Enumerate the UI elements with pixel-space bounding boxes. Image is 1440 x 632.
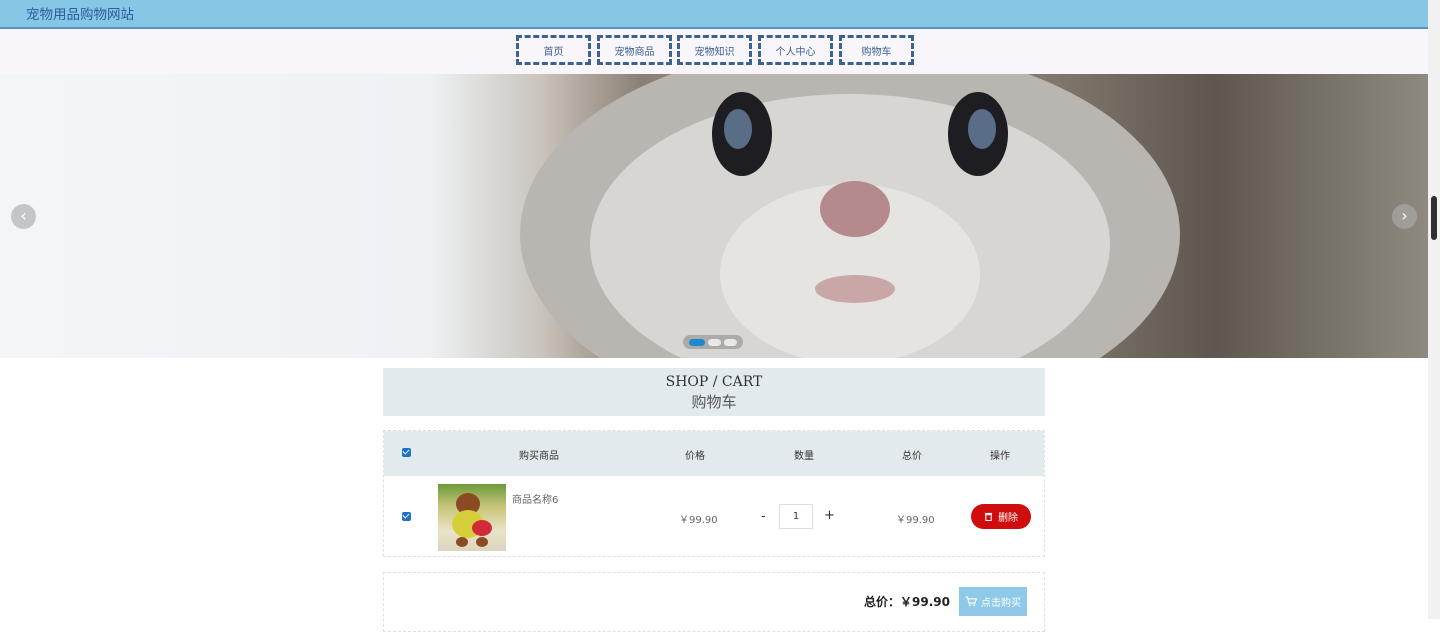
table-row: 商品名称6 ￥99.90 - 1 + ￥99.90 删除 [384, 476, 1044, 556]
cart-icon [965, 596, 977, 607]
cart-table: 购买商品 价格 数量 总价 操作 商品名称6 ￥99.90 - 1 + ￥99.… [383, 430, 1045, 557]
cart-section-heading: SHOP / CART 购物车 [383, 368, 1045, 416]
delete-label: 删除 [998, 513, 1018, 524]
carousel-indicators [683, 335, 743, 349]
hero-carousel[interactable]: ‹ › [0, 74, 1428, 358]
product-price: ￥99.90 [679, 515, 718, 526]
quantity-decrease-button[interactable]: - [761, 509, 766, 524]
site-title[interactable]: 宠物用品购物网站 [26, 3, 134, 23]
quantity-increase-button[interactable]: + [824, 508, 835, 523]
header-action: 操作 [990, 451, 1010, 462]
delete-button[interactable]: 删除 [971, 504, 1031, 529]
scrollbar-thumb[interactable] [1431, 196, 1437, 240]
main-nav: 首页 宠物商品 宠物知识 个人中心 购物车 [0, 29, 1428, 74]
heading-chinese: 购物车 [691, 393, 737, 411]
nav-item-personal-center[interactable]: 个人中心 [758, 35, 833, 65]
total-value: ￥99.90 [900, 595, 950, 609]
product-thumbnail[interactable] [438, 484, 506, 551]
select-all-checkbox[interactable] [402, 448, 411, 457]
page-scrollbar[interactable] [1428, 0, 1440, 619]
header-total: 总价 [902, 451, 922, 462]
carousel-prev-button[interactable]: ‹ [11, 204, 36, 229]
nav-item-pet-knowledge[interactable]: 宠物知识 [677, 35, 752, 65]
header-product: 购买商品 [519, 451, 559, 462]
chevron-right-icon: › [1401, 206, 1408, 225]
nav-item-cart[interactable]: 购物车 [839, 35, 914, 65]
cart-table-header: 购买商品 价格 数量 总价 操作 [384, 431, 1044, 476]
top-header-bar: 宠物用品购物网站 [0, 0, 1428, 29]
header-price: 价格 [685, 451, 705, 462]
carousel-dot-1[interactable] [689, 338, 705, 346]
buy-button[interactable]: 点击购买 [959, 587, 1027, 616]
item-checkbox[interactable] [402, 512, 411, 521]
product-name[interactable]: 商品名称6 [512, 491, 558, 506]
banner-image-squirrel [520, 74, 1180, 358]
dog-photo [452, 493, 492, 547]
chevron-left-icon: ‹ [20, 206, 27, 225]
trash-icon [984, 512, 993, 521]
nav-item-pet-products[interactable]: 宠物商品 [597, 35, 672, 65]
heading-english: SHOP / CART [665, 374, 763, 390]
carousel-next-button[interactable]: › [1392, 204, 1417, 229]
header-quantity: 数量 [794, 451, 814, 462]
carousel-dot-2[interactable] [708, 338, 721, 346]
buy-label: 点击购买 [981, 598, 1021, 609]
nav-item-home[interactable]: 首页 [516, 35, 591, 65]
quantity-input[interactable]: 1 [779, 504, 813, 529]
total-price: 总价：￥99.90 [864, 593, 950, 610]
cart-summary: 总价：￥99.90 点击购买 [383, 572, 1045, 632]
carousel-dot-3[interactable] [724, 338, 737, 346]
product-total: ￥99.90 [896, 515, 935, 526]
total-label: 总价： [864, 595, 901, 609]
